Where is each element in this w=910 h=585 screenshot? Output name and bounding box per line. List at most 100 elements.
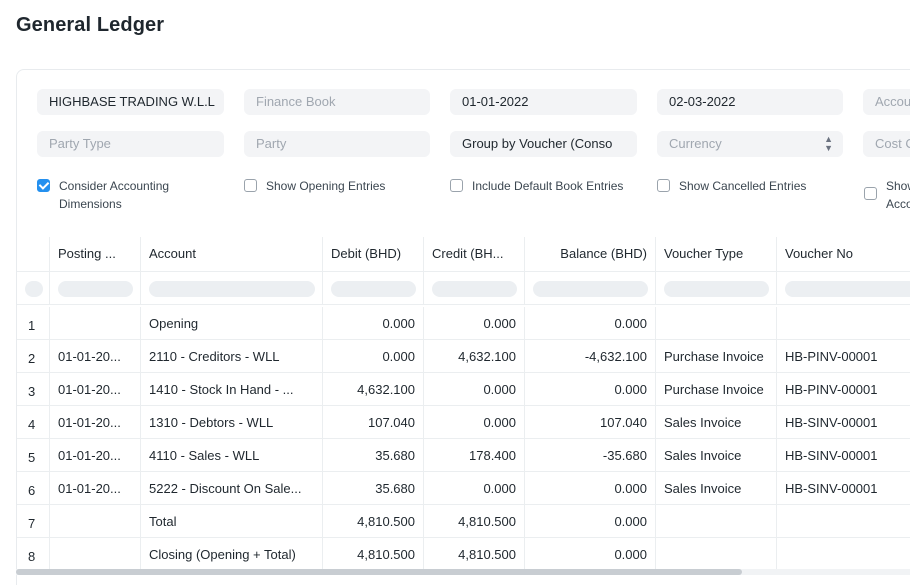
cost-center-field[interactable]: Cost C — [863, 131, 910, 157]
cell-vno[interactable] — [777, 307, 910, 340]
horizontal-scrollbar-thumb[interactable] — [16, 569, 742, 575]
cell-account[interactable]: Total — [141, 505, 323, 538]
cell-balance[interactable]: -4,632.100 — [525, 340, 656, 373]
cell-credit[interactable]: 0.000 — [424, 472, 525, 505]
table-row[interactable]: 6 01-01-20... 5222 - Discount On Sale... 35… — [17, 472, 910, 505]
cell-vno[interactable]: HB-SINV-00001 — [777, 472, 910, 505]
cell-balance[interactable]: 0.000 — [525, 472, 656, 505]
filter-posting-date[interactable] — [50, 272, 141, 305]
show-account-checkbox[interactable]: ShowAcco — [864, 177, 910, 213]
cell-vtype[interactable] — [656, 538, 777, 571]
filter-voucher-type[interactable] — [656, 272, 777, 305]
include-default-book-entries-checkbox[interactable]: Include Default Book Entries — [450, 177, 623, 195]
group-by-select[interactable]: Group by Voucher (Conso — [450, 131, 637, 157]
finance-book-field[interactable]: Finance Book — [244, 89, 430, 115]
cell-balance[interactable]: 0.000 — [525, 538, 656, 571]
currency-select[interactable]: Currency ▲ ▼ — [657, 131, 843, 157]
from-date-field[interactable]: 01-01-2022 — [450, 89, 637, 115]
cell-date[interactable] — [50, 505, 141, 538]
cell-balance[interactable]: 0.000 — [525, 307, 656, 340]
cell-vno[interactable] — [777, 538, 910, 571]
table-row[interactable]: 2 01-01-20... 2110 - Creditors - WLL 0.000 4… — [17, 340, 910, 373]
cell-credit[interactable]: 0.000 — [424, 373, 525, 406]
cell-idx: 5 — [17, 439, 50, 472]
table-row[interactable]: 3 01-01-20... 1410 - Stock In Hand - ... 4,… — [17, 373, 910, 406]
header-row-index — [17, 237, 50, 272]
cell-vno[interactable]: HB-PINV-00001 — [777, 340, 910, 373]
company-field[interactable]: HIGHBASE TRADING W.L.L — [37, 89, 224, 115]
filter-credit[interactable] — [424, 272, 525, 305]
cell-account[interactable]: Opening — [141, 307, 323, 340]
table-row[interactable]: 8 Closing (Opening + Total) 4,810.500 4,810… — [17, 538, 910, 571]
checkbox-checked-icon — [37, 179, 50, 192]
filter-debit[interactable] — [323, 272, 424, 305]
cell-date[interactable]: 01-01-20... — [50, 472, 141, 505]
filter-voucher-no[interactable] — [777, 272, 910, 305]
account-field[interactable]: Accou — [863, 89, 910, 115]
cell-balance[interactable]: 0.000 — [525, 373, 656, 406]
cell-debit[interactable]: 35.680 — [323, 472, 424, 505]
table-row[interactable]: 7 Total 4,810.500 4,810.500 0.000 — [17, 505, 910, 538]
filter-balance[interactable] — [525, 272, 656, 305]
cell-debit[interactable]: 107.040 — [323, 406, 424, 439]
cell-balance[interactable]: 0.000 — [525, 505, 656, 538]
cell-debit[interactable]: 4,810.500 — [323, 538, 424, 571]
cell-debit[interactable]: 0.000 — [323, 307, 424, 340]
cell-debit[interactable]: 4,632.100 — [323, 373, 424, 406]
column-header-account[interactable]: Account — [141, 237, 323, 272]
cell-vno[interactable]: HB-SINV-00001 — [777, 406, 910, 439]
cell-account[interactable]: 5222 - Discount On Sale... — [141, 472, 323, 505]
table-row[interactable]: 5 01-01-20... 4110 - Sales - WLL 35.680 178.… — [17, 439, 910, 472]
column-header-debit[interactable]: Debit (BHD) — [323, 237, 424, 272]
cell-credit[interactable]: 4,810.500 — [424, 505, 525, 538]
cell-debit[interactable]: 0.000 — [323, 340, 424, 373]
show-opening-entries-checkbox[interactable]: Show Opening Entries — [244, 177, 385, 195]
column-header-credit[interactable]: Credit (BH... — [424, 237, 525, 272]
cell-balance[interactable]: 107.040 — [525, 406, 656, 439]
show-cancelled-entries-checkbox[interactable]: Show Cancelled Entries — [657, 177, 806, 195]
cell-vno[interactable] — [777, 505, 910, 538]
cell-vtype[interactable] — [656, 307, 777, 340]
cell-debit[interactable]: 4,810.500 — [323, 505, 424, 538]
party-type-field[interactable]: Party Type — [37, 131, 224, 157]
report-card: HIGHBASE TRADING W.L.L Finance Book 01-0… — [16, 69, 910, 585]
column-header-posting-date[interactable]: Posting ... — [50, 237, 141, 272]
to-date-field[interactable]: 02-03-2022 — [657, 89, 843, 115]
cell-account[interactable]: Closing (Opening + Total) — [141, 538, 323, 571]
cell-credit[interactable]: 178.400 — [424, 439, 525, 472]
cell-vtype[interactable]: Purchase Invoice — [656, 340, 777, 373]
cell-account[interactable]: 1310 - Debtors - WLL — [141, 406, 323, 439]
cell-vtype[interactable]: Sales Invoice — [656, 472, 777, 505]
consider-accounting-dimensions-checkbox[interactable]: Consider Accounting Dimensions — [37, 177, 169, 213]
party-field[interactable]: Party — [244, 131, 430, 157]
cell-vno[interactable]: HB-SINV-00001 — [777, 439, 910, 472]
table-row[interactable]: 4 01-01-20... 1310 - Debtors - WLL 107.040 0… — [17, 406, 910, 439]
cell-debit[interactable]: 35.680 — [323, 439, 424, 472]
cell-date[interactable]: 01-01-20... — [50, 340, 141, 373]
cell-vtype[interactable]: Purchase Invoice — [656, 373, 777, 406]
cell-credit[interactable]: 0.000 — [424, 406, 525, 439]
cell-date[interactable] — [50, 538, 141, 571]
cell-idx: 1 — [17, 307, 50, 340]
cell-vno[interactable]: HB-PINV-00001 — [777, 373, 910, 406]
cell-account[interactable]: 4110 - Sales - WLL — [141, 439, 323, 472]
cell-account[interactable]: 1410 - Stock In Hand - ... — [141, 373, 323, 406]
column-header-voucher-type[interactable]: Voucher Type — [656, 237, 777, 272]
column-header-voucher-no[interactable]: Voucher No — [777, 237, 910, 272]
column-header-balance[interactable]: Balance (BHD) — [525, 237, 656, 272]
cell-vtype[interactable] — [656, 505, 777, 538]
currency-placeholder: Currency — [669, 136, 722, 151]
cell-vtype[interactable]: Sales Invoice — [656, 406, 777, 439]
table-row[interactable]: 1 Opening 0.000 0.000 0.000 — [17, 307, 910, 340]
cell-credit[interactable]: 0.000 — [424, 307, 525, 340]
filter-account[interactable] — [141, 272, 323, 305]
cell-account[interactable]: 2110 - Creditors - WLL — [141, 340, 323, 373]
cell-date[interactable]: 01-01-20... — [50, 373, 141, 406]
cell-date[interactable] — [50, 307, 141, 340]
cell-vtype[interactable]: Sales Invoice — [656, 439, 777, 472]
cell-date[interactable]: 01-01-20... — [50, 439, 141, 472]
cell-date[interactable]: 01-01-20... — [50, 406, 141, 439]
cell-balance[interactable]: -35.680 — [525, 439, 656, 472]
cell-credit[interactable]: 4,632.100 — [424, 340, 525, 373]
cell-credit[interactable]: 4,810.500 — [424, 538, 525, 571]
